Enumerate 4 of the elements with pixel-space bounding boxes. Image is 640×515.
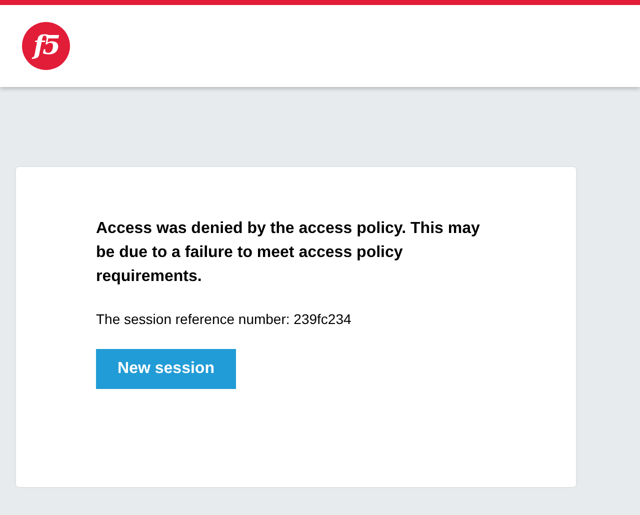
logo: f5 (22, 22, 70, 70)
new-session-button[interactable]: New session (96, 349, 236, 389)
denied-message: Access was denied by the access policy. This may be due to a failure to meet access policy requirements. (96, 219, 481, 287)
session-reference-text: The session reference number: 239fc234 (96, 310, 352, 329)
